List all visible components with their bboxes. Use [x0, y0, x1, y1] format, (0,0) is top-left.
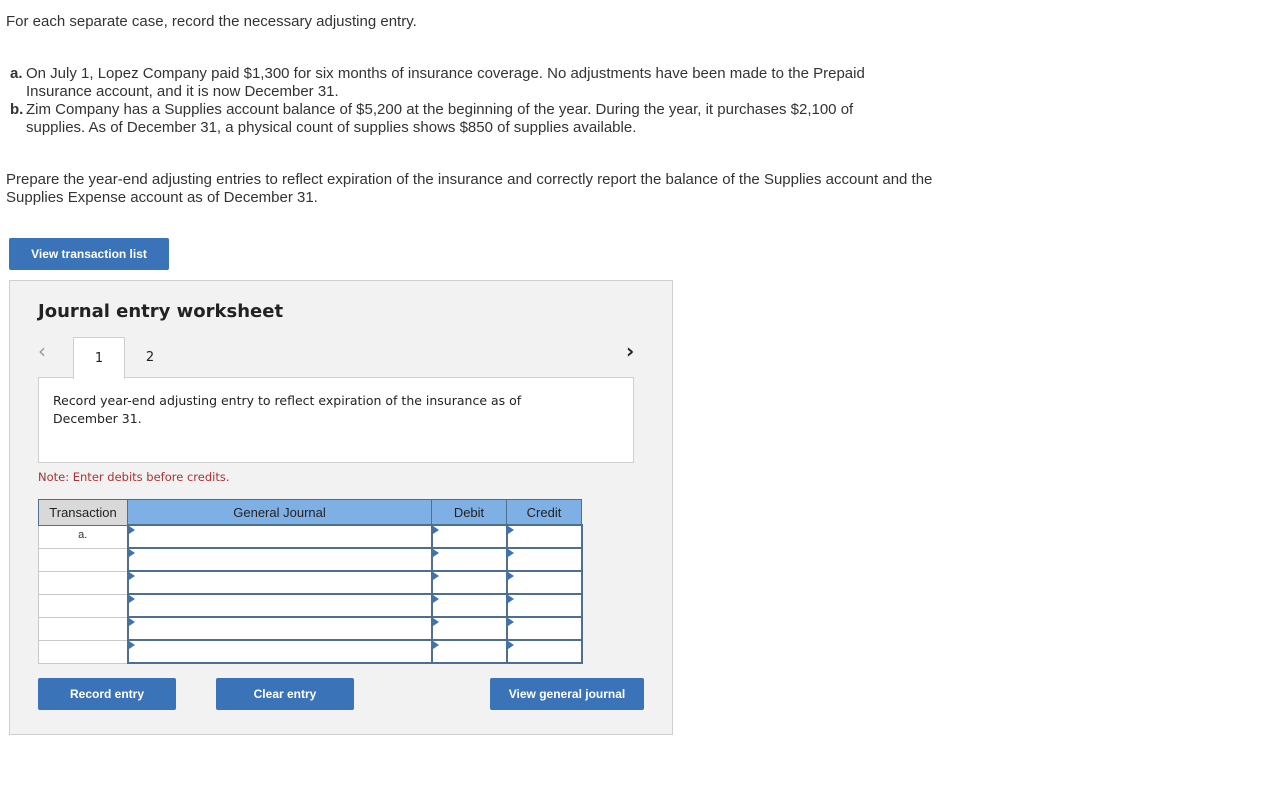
- case-text: On July 1, Lopez Company paid $1,300 for…: [26, 65, 865, 100]
- transaction-cell: [38, 570, 128, 595]
- dropdown-marker-icon: [507, 618, 514, 626]
- table-row: [38, 639, 583, 664]
- column-header-debit: Debit: [431, 499, 507, 526]
- case-letter: b.: [10, 101, 24, 118]
- account-select[interactable]: [126, 524, 433, 549]
- transaction-cell: [38, 593, 128, 618]
- credit-input[interactable]: [505, 616, 583, 641]
- account-select[interactable]: [126, 639, 433, 664]
- dropdown-marker-icon: [507, 526, 514, 534]
- debit-input[interactable]: [430, 570, 508, 595]
- debit-input[interactable]: [430, 547, 508, 572]
- chevron-right-icon[interactable]: ›: [626, 341, 642, 361]
- column-header-transaction: Transaction: [38, 499, 128, 526]
- case-a: a. On July 1, Lopez Company paid $1,300 …: [10, 65, 910, 101]
- dropdown-marker-icon: [507, 572, 514, 580]
- dropdown-marker-icon: [507, 595, 514, 603]
- transaction-cell: [38, 616, 128, 641]
- transaction-cell: [38, 547, 128, 572]
- intro-text: For each separate case, record the neces…: [6, 13, 417, 30]
- dropdown-marker-icon: [432, 549, 439, 557]
- dropdown-marker-icon: [432, 618, 439, 626]
- case-list: a. On July 1, Lopez Company paid $1,300 …: [10, 65, 910, 137]
- credit-input[interactable]: [505, 639, 583, 664]
- table-row: [38, 616, 583, 641]
- case-b: b. Zim Company has a Supplies account ba…: [10, 101, 910, 137]
- table-row: [38, 593, 583, 618]
- dropdown-marker-icon: [432, 526, 439, 534]
- entry-prompt-box: Record year-end adjusting entry to refle…: [38, 377, 634, 463]
- record-entry-button[interactable]: Record entry: [38, 678, 176, 710]
- debit-input[interactable]: [430, 616, 508, 641]
- dropdown-marker-icon: [128, 618, 135, 626]
- account-select[interactable]: [126, 593, 433, 618]
- credit-input[interactable]: [505, 524, 583, 549]
- table-row: [38, 570, 583, 595]
- debit-input[interactable]: [430, 593, 508, 618]
- tab-1[interactable]: 1: [73, 337, 125, 379]
- dropdown-marker-icon: [432, 572, 439, 580]
- credit-input[interactable]: [505, 547, 583, 572]
- table-row: [38, 547, 583, 572]
- dropdown-marker-icon: [507, 641, 514, 649]
- case-letter: a.: [10, 65, 23, 82]
- instructions-text: Prepare the year-end adjusting entries t…: [6, 171, 933, 206]
- journal-entry-worksheet: Journal entry worksheet ‹ 1 2 › Record y…: [9, 280, 673, 735]
- chevron-left-icon[interactable]: ‹: [38, 341, 54, 361]
- dropdown-marker-icon: [432, 595, 439, 603]
- debit-input[interactable]: [430, 639, 508, 664]
- journal-table: Transaction General Journal Debit Credit…: [38, 499, 583, 664]
- dropdown-marker-icon: [432, 641, 439, 649]
- credit-input[interactable]: [505, 593, 583, 618]
- table-row: a.: [38, 524, 583, 549]
- account-select[interactable]: [126, 616, 433, 641]
- entry-prompt: Record year-end adjusting entry to refle…: [53, 393, 522, 426]
- tab-2[interactable]: 2: [125, 337, 175, 377]
- worksheet-title: Journal entry worksheet: [38, 301, 284, 322]
- note-text: Note: Enter debits before credits.: [38, 470, 230, 484]
- dropdown-marker-icon: [128, 526, 135, 534]
- case-text: Zim Company has a Supplies account balan…: [26, 101, 854, 136]
- debit-input[interactable]: [430, 524, 508, 549]
- dropdown-marker-icon: [507, 549, 514, 557]
- dropdown-marker-icon: [128, 549, 135, 557]
- account-select[interactable]: [126, 570, 433, 595]
- transaction-cell: a.: [38, 524, 128, 549]
- dropdown-marker-icon: [128, 595, 135, 603]
- dropdown-marker-icon: [128, 572, 135, 580]
- transaction-cell: [38, 639, 128, 664]
- view-general-journal-button[interactable]: View general journal: [490, 678, 644, 710]
- clear-entry-button[interactable]: Clear entry: [216, 678, 354, 710]
- view-transaction-list-button[interactable]: View transaction list: [9, 238, 169, 270]
- dropdown-marker-icon: [128, 641, 135, 649]
- column-header-general-journal: General Journal: [127, 499, 432, 526]
- column-header-credit: Credit: [506, 499, 582, 526]
- credit-input[interactable]: [505, 570, 583, 595]
- account-select[interactable]: [126, 547, 433, 572]
